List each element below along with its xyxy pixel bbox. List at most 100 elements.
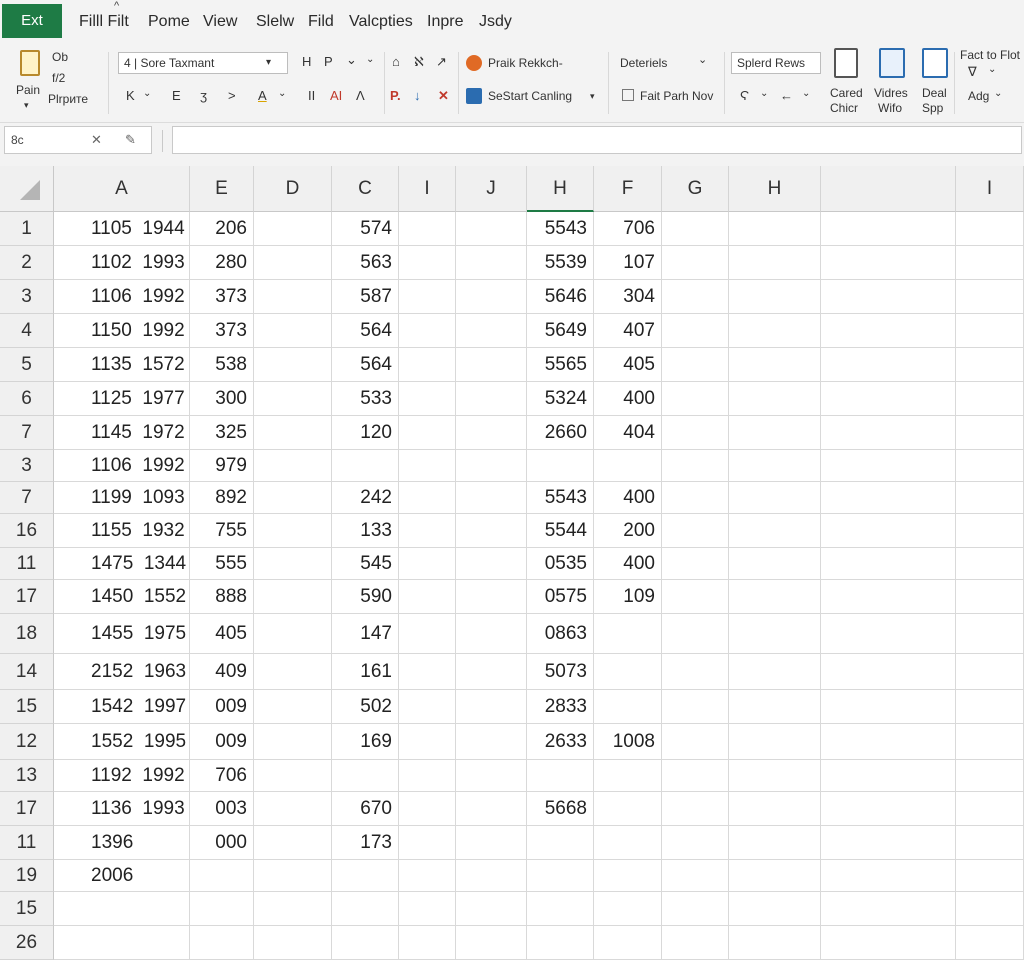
- cell[interactable]: [821, 514, 956, 548]
- cell[interactable]: [254, 246, 332, 280]
- cell[interactable]: [456, 548, 527, 580]
- cell[interactable]: [456, 690, 527, 724]
- cell[interactable]: [399, 450, 456, 482]
- cell[interactable]: [821, 926, 956, 960]
- select-all-corner[interactable]: [0, 166, 54, 212]
- cell[interactable]: [956, 314, 1024, 348]
- card-check-icon[interactable]: [834, 48, 858, 78]
- menu-item-study[interactable]: Jsdy: [479, 12, 512, 32]
- cell[interactable]: [527, 892, 594, 926]
- cell[interactable]: [254, 926, 332, 960]
- cell[interactable]: [399, 548, 456, 580]
- cell[interactable]: [332, 760, 399, 792]
- cell[interactable]: [729, 654, 821, 690]
- cell[interactable]: 009: [190, 724, 254, 760]
- cell[interactable]: [332, 926, 399, 960]
- sort-icon[interactable]: ↓: [414, 88, 421, 104]
- cell[interactable]: [662, 792, 729, 826]
- cell[interactable]: 564: [332, 348, 399, 382]
- cell[interactable]: [662, 212, 729, 246]
- cell[interactable]: [399, 416, 456, 450]
- cell[interactable]: [662, 482, 729, 514]
- cell[interactable]: [399, 482, 456, 514]
- cell[interactable]: 169: [332, 724, 399, 760]
- cell[interactable]: [956, 382, 1024, 416]
- cell[interactable]: 1450 1552: [54, 580, 190, 614]
- cell[interactable]: 555: [190, 548, 254, 580]
- cell[interactable]: [254, 826, 332, 860]
- cell[interactable]: [821, 760, 956, 792]
- cell[interactable]: [456, 246, 527, 280]
- row-header[interactable]: 15: [0, 892, 54, 926]
- cell[interactable]: [821, 382, 956, 416]
- cell[interactable]: [821, 482, 956, 514]
- cell[interactable]: [729, 792, 821, 826]
- formula-input[interactable]: [172, 126, 1022, 154]
- cell[interactable]: 373: [190, 280, 254, 314]
- cell[interactable]: [729, 614, 821, 654]
- cell[interactable]: 5668: [527, 792, 594, 826]
- video-label-2[interactable]: Wifo: [878, 101, 902, 115]
- cell[interactable]: [662, 826, 729, 860]
- start-canceling-button[interactable]: SeStart Canling: [488, 89, 572, 103]
- row-header[interactable]: 7: [0, 482, 54, 514]
- cell[interactable]: 706: [594, 212, 662, 246]
- cell[interactable]: [821, 614, 956, 654]
- cell[interactable]: [956, 724, 1024, 760]
- cell[interactable]: [399, 760, 456, 792]
- cell[interactable]: [662, 760, 729, 792]
- cell[interactable]: [956, 926, 1024, 960]
- cell[interactable]: 888: [190, 580, 254, 614]
- cell[interactable]: [729, 580, 821, 614]
- cell[interactable]: [821, 416, 956, 450]
- indent-icon[interactable]: ↗: [436, 54, 447, 70]
- column-header[interactable]: I: [399, 166, 456, 212]
- cell[interactable]: [729, 280, 821, 314]
- style-picker-label[interactable]: Praik Rekkch-: [488, 56, 563, 70]
- cell[interactable]: 545: [332, 548, 399, 580]
- cell[interactable]: 107: [594, 246, 662, 280]
- cell[interactable]: 400: [594, 482, 662, 514]
- cell[interactable]: [456, 892, 527, 926]
- cell[interactable]: [399, 724, 456, 760]
- menu-item-properties[interactable]: Valcpties: [349, 12, 413, 32]
- cell[interactable]: [594, 450, 662, 482]
- cell[interactable]: [662, 614, 729, 654]
- cell[interactable]: 2633: [527, 724, 594, 760]
- cell[interactable]: 563: [332, 246, 399, 280]
- cell[interactable]: [821, 892, 956, 926]
- clear-icon[interactable]: ✕: [438, 88, 449, 104]
- cell[interactable]: [662, 926, 729, 960]
- column-header[interactable]: A: [54, 166, 190, 212]
- cell[interactable]: 574: [332, 212, 399, 246]
- cell[interactable]: [456, 792, 527, 826]
- row-header[interactable]: 3: [0, 280, 54, 314]
- border-button[interactable]: Ε: [172, 88, 181, 104]
- cell[interactable]: 1145 1972: [54, 416, 190, 450]
- cell[interactable]: 1150 1992: [54, 314, 190, 348]
- cell[interactable]: [254, 514, 332, 548]
- cell[interactable]: [456, 314, 527, 348]
- cell[interactable]: [456, 416, 527, 450]
- cell[interactable]: 5543: [527, 212, 594, 246]
- cancel-icon[interactable]: ✕: [91, 127, 102, 153]
- cell[interactable]: 1192 1992: [54, 760, 190, 792]
- cell[interactable]: 1105 1944: [54, 212, 190, 246]
- cell[interactable]: 706: [190, 760, 254, 792]
- column-header[interactable]: H: [527, 166, 594, 212]
- cell[interactable]: [254, 348, 332, 382]
- cell[interactable]: [662, 314, 729, 348]
- cell[interactable]: [729, 450, 821, 482]
- cell[interactable]: [254, 614, 332, 654]
- chevron-down-icon[interactable]: ⌄: [366, 52, 374, 68]
- cell[interactable]: [729, 382, 821, 416]
- cell[interactable]: [254, 792, 332, 826]
- cell[interactable]: [956, 212, 1024, 246]
- menu-item-home[interactable]: Pome: [148, 12, 190, 32]
- cell[interactable]: 133: [332, 514, 399, 548]
- column-header[interactable]: J: [456, 166, 527, 212]
- cell[interactable]: [662, 548, 729, 580]
- filter-icon[interactable]: ∇: [968, 64, 977, 80]
- cell[interactable]: 200: [594, 514, 662, 548]
- column-header[interactable]: I: [956, 166, 1024, 212]
